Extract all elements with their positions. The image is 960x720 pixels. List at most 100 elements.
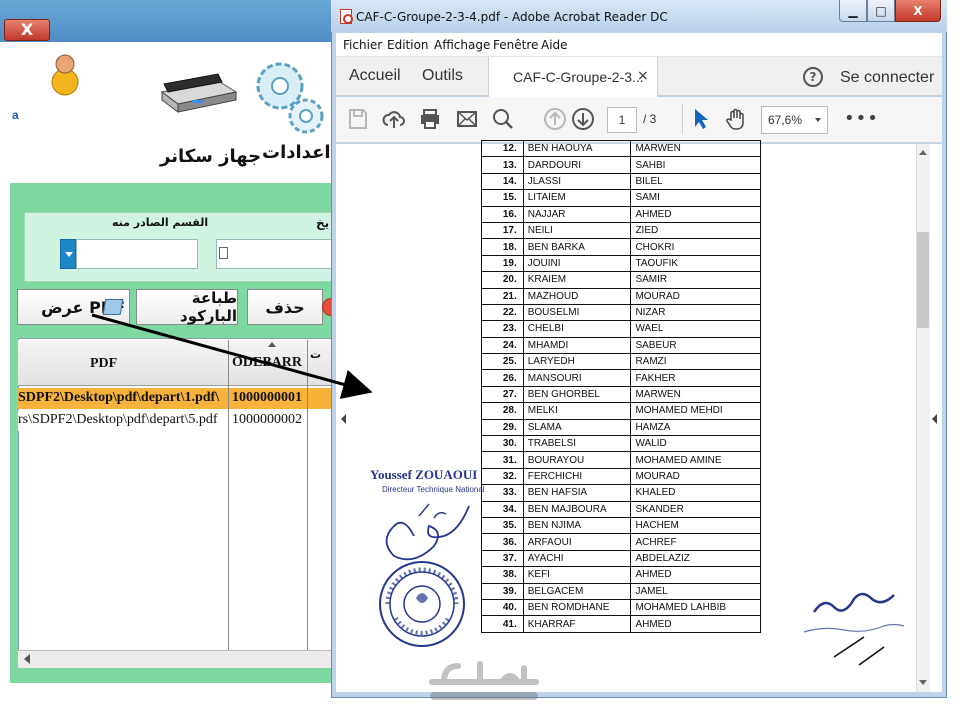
roster-last-name-cell: MAZHOUD: [522, 287, 632, 305]
tab-home[interactable]: Accueil: [349, 67, 401, 85]
roster-last-name-cell: SLAMA: [522, 418, 632, 437]
column-header-pdf[interactable]: PDF: [90, 356, 117, 372]
roster-row: 38. KEFI AHMED: [481, 566, 761, 584]
save-icon[interactable]: [346, 107, 370, 131]
user-icon[interactable]: [50, 52, 80, 96]
roster-row: 20. KRAIEM SAMIR: [481, 271, 761, 289]
roster-last-name-cell: JOUINI: [522, 254, 632, 273]
roster-last-name-cell: NAJJAR: [522, 205, 632, 223]
hand-icon[interactable]: [724, 107, 748, 131]
print-icon[interactable]: [418, 107, 442, 131]
roster-last-name-cell: BEN GHORBEL: [522, 385, 632, 404]
page-up-icon[interactable]: [543, 107, 567, 131]
page-down-icon[interactable]: [571, 107, 595, 131]
chevron-down-icon[interactable]: [815, 118, 821, 122]
player-roster-table: 12. BEN HAOUYA MARWEN 13. DARDOURI SAHBI 14. JL…: [481, 139, 761, 633]
delete-button[interactable]: حذف: [247, 289, 323, 325]
email-icon[interactable]: [455, 107, 479, 131]
scanner-icon[interactable]: [158, 70, 238, 114]
roster-row: 21. MAZHOUD MOURAD: [481, 287, 761, 305]
sign-in-link[interactable]: Se connecter: [840, 69, 934, 87]
roster-first-name-cell: ACHREF: [630, 533, 761, 551]
roster-row: 33. BEN HAFSIA KHALED: [481, 484, 761, 502]
mostaql-watermark: [429, 661, 539, 700]
help-icon[interactable]: ?: [803, 67, 823, 87]
roster-first-name-cell: HAMZA: [630, 418, 761, 437]
roster-number-cell: 26.: [481, 369, 524, 387]
column-header-extra[interactable]: ت: [310, 348, 321, 361]
roster-last-name-cell: MHAMDI: [522, 336, 632, 355]
roster-first-name-cell: WAEL: [630, 320, 761, 338]
row-path-cell: rs\SDPF2\Desktop\pdf\depart\5.pdf: [18, 412, 218, 427]
roster-first-name-cell: AHMED: [630, 205, 761, 223]
menu-fenetre[interactable]: Fenêtre: [493, 38, 538, 52]
search-icon[interactable]: [491, 107, 515, 131]
menu-fichier[interactable]: Fichier: [343, 38, 382, 52]
roster-row: 31. BOURAYOU MOHAMED AMINE: [481, 451, 761, 469]
roster-number-cell: 13.: [481, 156, 524, 174]
more-icon[interactable]: •••: [844, 108, 879, 129]
expand-right-pane-icon[interactable]: [932, 414, 937, 424]
vertical-scrollbar[interactable]: [916, 144, 930, 692]
department-dropdown[interactable]: [76, 239, 198, 269]
scroll-down-icon[interactable]: [919, 680, 927, 685]
scroll-left-icon[interactable]: [24, 654, 30, 664]
roster-last-name-cell: BOURAYOU: [522, 451, 632, 469]
table-row[interactable]: rs\SDPF2\Desktop\pdf\depart\5.pdf 100000…: [18, 410, 340, 431]
table-row[interactable]: \SDPF2\Desktop\pdf\depart\1.pdf 10000000…: [18, 388, 340, 409]
tab-tools[interactable]: Outils: [422, 67, 463, 85]
date-input[interactable]: [216, 239, 340, 269]
roster-row: 25. LARYEDH RAMZI: [481, 353, 761, 371]
column-header-barcode[interactable]: ODEBARR: [232, 355, 306, 371]
select-arrow-icon[interactable]: [688, 107, 712, 131]
scrollbar-thumb[interactable]: [917, 232, 929, 328]
roster-last-name-cell: MANSOURI: [522, 369, 632, 387]
roster-number-cell: 21.: [481, 287, 524, 305]
roster-row: 36. ARFAOUI ACHREF: [481, 533, 761, 551]
roster-first-name-cell: MOHAMED AMINE: [630, 451, 761, 469]
roster-last-name-cell: KHARRAF: [522, 615, 632, 633]
federation-stamp: [379, 561, 465, 647]
roster-last-name-cell: BEN NJIMA: [522, 516, 632, 535]
roster-last-name-cell: LARYEDH: [522, 353, 632, 371]
roster-row: 14. JLASSI BILEL: [481, 172, 761, 191]
roster-row: 16. NAJJAR AHMED: [481, 205, 761, 223]
print-barcode-button[interactable]: طباعة الباركود: [136, 289, 238, 325]
minimize-button[interactable]: ▁: [839, 0, 867, 22]
department-dropdown-button[interactable]: [60, 239, 76, 269]
settings-label[interactable]: اعدادات: [262, 142, 331, 163]
roster-number-cell: 20.: [481, 271, 524, 289]
calendar-icon[interactable]: [219, 247, 228, 259]
scanner-label[interactable]: جهاز سكانر: [160, 146, 261, 167]
roster-first-name-cell: ABDELAZIZ: [630, 549, 761, 568]
roster-last-name-cell: BELGACEM: [522, 582, 632, 600]
upload-icon[interactable]: [382, 107, 406, 131]
roster-number-cell: 34.: [481, 500, 524, 518]
menu-affichage[interactable]: Affichage: [434, 38, 490, 52]
app-letter-label: a: [12, 108, 19, 122]
roster-last-name-cell: BOUSELMI: [522, 303, 632, 322]
close-tab-icon[interactable]: ×: [637, 68, 649, 84]
roster-last-name-cell: KEFI: [522, 566, 632, 584]
roster-number-cell: 27.: [481, 385, 524, 404]
close-button[interactable]: X: [895, 0, 941, 22]
gears-icon[interactable]: [250, 54, 330, 140]
pdf-view-icon: [102, 299, 124, 315]
menu-aide[interactable]: Aide: [541, 38, 568, 52]
maximize-button[interactable]: □: [867, 0, 895, 22]
roster-number-cell: 23.: [481, 320, 524, 338]
roster-first-name-cell: AHMED: [630, 615, 761, 633]
roster-row: 35. BEN NJIMA HACHEM: [481, 516, 761, 535]
roster-row: 24. MHAMDI SABEUR: [481, 336, 761, 355]
roster-first-name-cell: MOHAMED MEHDI: [630, 402, 761, 420]
page-number-input[interactable]: 1: [607, 107, 637, 133]
menu-edition[interactable]: Edition: [387, 38, 429, 52]
archive-app-close-button[interactable]: X: [4, 19, 50, 41]
roster-last-name-cell: JLASSI: [522, 172, 632, 191]
roster-row: 15. LITAIEM SAMI: [481, 189, 761, 207]
collapse-left-pane-icon[interactable]: [341, 414, 346, 424]
roster-last-name-cell: KRAIEM: [522, 271, 632, 289]
roster-number-cell: 31.: [481, 451, 524, 469]
scroll-up-icon[interactable]: [919, 150, 927, 155]
grid-horizontal-scrollbar[interactable]: [18, 650, 340, 668]
